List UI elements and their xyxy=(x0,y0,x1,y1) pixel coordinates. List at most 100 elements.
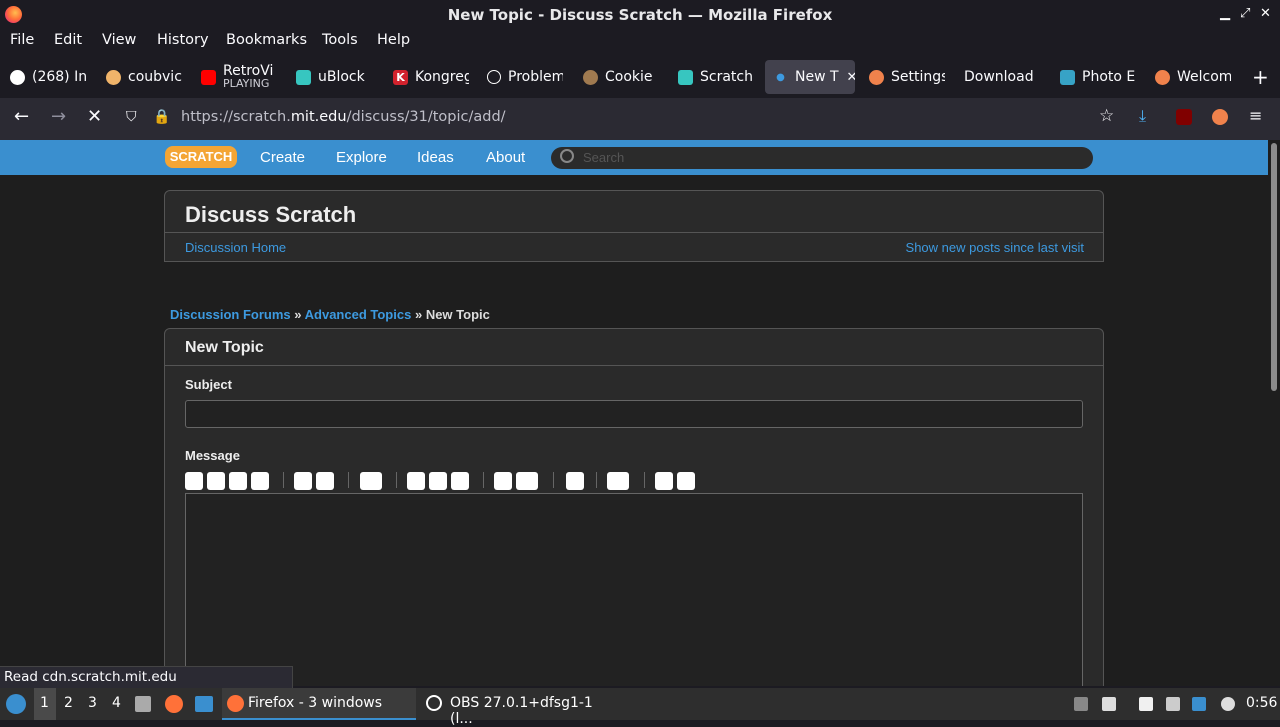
tray-arrow-icon[interactable] xyxy=(1074,697,1088,711)
forward-icon[interactable]: → xyxy=(51,106,66,127)
tab-ublock[interactable]: uBlock xyxy=(296,60,372,94)
bold-button[interactable] xyxy=(185,472,203,490)
clipboard-icon[interactable] xyxy=(1139,697,1153,711)
tab-problem[interactable]: Problem xyxy=(487,60,563,94)
lock-icon[interactable]: 🔒 xyxy=(153,109,170,125)
display-icon[interactable] xyxy=(1166,697,1180,711)
tab-download[interactable]: Download xyxy=(964,60,1040,94)
obs-task[interactable]: OBS 27.0.1+dfsg1-1 (l... xyxy=(422,688,616,727)
numbered-list-button[interactable] xyxy=(429,472,447,490)
scratch-logo[interactable]: SCRATCH xyxy=(165,146,237,168)
obs-task-label: OBS 27.0.1+dfsg1-1 (l... xyxy=(450,695,593,727)
search-input[interactable]: Search xyxy=(551,147,1093,169)
message-label: Message xyxy=(185,448,240,463)
close-icon[interactable]: ✕ xyxy=(1260,6,1271,21)
workspace-1[interactable]: 1 xyxy=(40,695,49,711)
nav-explore[interactable]: Explore xyxy=(336,149,387,166)
scratchblocks-button[interactable] xyxy=(607,472,629,490)
url-host: mit.edu xyxy=(290,109,347,125)
tab-github[interactable]: (268) In xyxy=(10,60,86,94)
nav-ideas[interactable]: Ideas xyxy=(417,149,454,166)
breadcrumb-section-link[interactable]: Advanced Topics xyxy=(305,307,412,322)
stop-icon[interactable]: ✕ xyxy=(87,106,102,127)
smiley-button[interactable] xyxy=(566,472,584,490)
workspace-4[interactable]: 4 xyxy=(112,695,121,711)
subject-input[interactable] xyxy=(185,400,1083,428)
image-button[interactable] xyxy=(294,472,312,490)
tab-retrovibe[interactable]: RetroVi PLAYING xyxy=(201,60,277,94)
tab-cookie[interactable]: Cookie xyxy=(583,60,659,94)
underline-button[interactable] xyxy=(229,472,247,490)
tab-photo[interactable]: Photo E xyxy=(1060,60,1136,94)
download-icon[interactable]: ⤓ xyxy=(1139,106,1146,126)
discussion-home-link[interactable]: Discussion Home xyxy=(185,240,286,255)
link-button[interactable] xyxy=(316,472,334,490)
status-bar: Read cdn.scratch.mit.edu xyxy=(0,666,293,690)
breadcrumb-forums-link[interactable]: Discussion Forums xyxy=(170,307,291,322)
code-button[interactable] xyxy=(516,472,538,490)
menu-file[interactable]: File xyxy=(10,32,34,48)
menu-help[interactable]: Help xyxy=(377,32,410,48)
tab-settings[interactable]: Settings xyxy=(869,60,945,94)
tab-close-icon[interactable]: ✕ xyxy=(847,70,855,85)
hamburger-menu-icon[interactable]: ≡ xyxy=(1249,106,1262,125)
back-icon[interactable]: ← xyxy=(14,106,29,127)
page-scrollbar[interactable] xyxy=(1268,140,1280,686)
menu-view[interactable]: View xyxy=(102,32,136,48)
list-button[interactable] xyxy=(407,472,425,490)
minimize-icon[interactable]: ▁ xyxy=(1220,6,1230,21)
update-notifier-icon[interactable] xyxy=(1192,697,1206,711)
search-icon xyxy=(560,149,574,163)
scrollbar-thumb[interactable] xyxy=(1271,143,1277,391)
tab-label: Welcom xyxy=(1177,69,1231,85)
menu-edit[interactable]: Edit xyxy=(54,32,82,48)
tab-new-topic[interactable]: ● New T ✕ xyxy=(765,60,855,94)
extension-icon[interactable] xyxy=(1212,109,1228,125)
tab-kongregate[interactable]: K Kongreg xyxy=(393,60,469,94)
firefox-task[interactable]: Firefox - 3 windows xyxy=(222,688,416,720)
quote-button[interactable] xyxy=(494,472,512,490)
scratch-navbar: SCRATCH Create Explore Ideas About Searc… xyxy=(0,140,1268,175)
toolbar-separator xyxy=(644,472,645,488)
shield-icon[interactable]: ⛉ xyxy=(126,109,137,125)
strikethrough-button[interactable] xyxy=(251,472,269,490)
window-title: New Topic - Discuss Scratch — Mozilla Fi… xyxy=(447,6,833,24)
obs-icon xyxy=(426,695,442,711)
nav-create[interactable]: Create xyxy=(260,149,305,166)
page-title: Discuss Scratch xyxy=(185,202,357,227)
message-textarea[interactable] xyxy=(185,493,1083,686)
desktop-icon[interactable] xyxy=(195,696,213,712)
network-icon[interactable] xyxy=(1221,697,1235,711)
tab-coubvic[interactable]: coubvic xyxy=(106,60,182,94)
nav-about[interactable]: About xyxy=(486,149,525,166)
file-manager-icon[interactable] xyxy=(135,696,151,712)
bookmark-star-icon[interactable]: ☆ xyxy=(1099,106,1114,126)
breadcrumb-separator: » xyxy=(414,307,423,322)
tab-label: Cookie xyxy=(605,69,653,85)
clean-button[interactable] xyxy=(655,472,673,490)
volume-icon[interactable] xyxy=(1102,697,1116,711)
workspace-3[interactable]: 3 xyxy=(88,695,97,711)
url-bar[interactable]: https://scratch.mit.edu/discuss/31/topic… xyxy=(181,109,506,125)
puzzle-icon xyxy=(296,69,311,85)
preview-button[interactable] xyxy=(677,472,695,490)
maximize-icon[interactable]: ⤢ xyxy=(1240,6,1250,21)
list-item-button[interactable] xyxy=(451,472,469,490)
color-button[interactable] xyxy=(360,472,382,490)
start-menu-icon[interactable] xyxy=(6,694,26,714)
clock[interactable]: 0:56 xyxy=(1246,695,1277,711)
workspace-2[interactable]: 2 xyxy=(64,695,73,711)
tab-scratch[interactable]: Scratch xyxy=(678,60,754,94)
photo-icon xyxy=(1060,69,1075,85)
new-posts-link[interactable]: Show new posts since last visit xyxy=(906,240,1084,255)
divider xyxy=(165,365,1103,366)
italic-button[interactable] xyxy=(207,472,225,490)
tab-welcome[interactable]: Welcom xyxy=(1155,60,1231,94)
firefox-launcher-icon[interactable] xyxy=(165,695,183,713)
menu-history[interactable]: History xyxy=(157,32,209,48)
new-tab-icon[interactable]: + xyxy=(1252,65,1269,89)
ublock-icon[interactable] xyxy=(1176,109,1192,125)
toolbar-separator xyxy=(283,472,284,488)
menu-tools[interactable]: Tools xyxy=(322,32,358,48)
menu-bookmarks[interactable]: Bookmarks xyxy=(226,32,307,48)
